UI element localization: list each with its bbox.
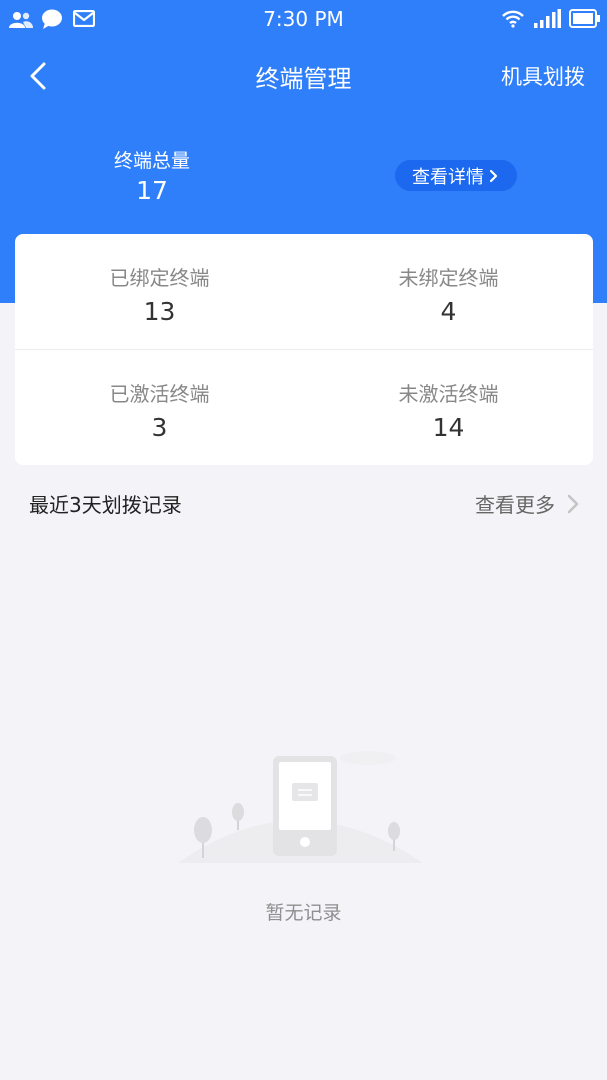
wifi-icon (502, 10, 524, 28)
terminal-stats-card: 已绑定终端 13 未绑定终端 4 已激活终端 3 未激活终端 14 (15, 234, 593, 465)
stat-value: 3 (151, 413, 168, 442)
view-more-label: 查看更多 (475, 493, 555, 517)
stat-value: 14 (432, 413, 465, 442)
stat-label: 未激活终端 (398, 382, 499, 406)
view-details-button[interactable]: 查看详情 (395, 160, 517, 191)
view-details-label: 查看详情 (412, 166, 484, 188)
chevron-right-icon (489, 169, 498, 182)
stat-activated[interactable]: 已激活终端 3 (15, 378, 304, 442)
card-divider (15, 349, 593, 350)
stat-value: 4 (440, 297, 457, 326)
nav-bar: 终端管理 机具划拨 (0, 38, 607, 114)
stat-value: 13 (143, 297, 176, 326)
total-terminals-label: 终端总量 (113, 150, 190, 172)
signal-icon (534, 9, 561, 28)
stat-inactive[interactable]: 未激活终端 14 (304, 378, 593, 442)
recent-records-title: 最近3天划拨记录 (29, 493, 182, 517)
empty-records-text: 暂无记录 (265, 902, 342, 924)
chevron-right-icon (567, 494, 579, 513)
status-bar: 7:30 PM (0, 0, 607, 38)
view-more-button[interactable]: 查看更多 (475, 489, 579, 518)
stat-unbound[interactable]: 未绑定终端 4 (304, 262, 593, 326)
battery-icon (569, 9, 600, 28)
empty-records-illustration (178, 751, 423, 863)
chevron-left-icon (30, 62, 46, 90)
back-button[interactable] (22, 58, 58, 94)
stat-label: 已绑定终端 (109, 266, 210, 290)
allocate-machines-button[interactable]: 机具划拨 (501, 61, 585, 91)
stat-label: 未绑定终端 (398, 266, 499, 290)
total-terminals-value: 17 (136, 176, 168, 205)
stat-label: 已激活终端 (109, 382, 210, 406)
stat-bound[interactable]: 已绑定终端 13 (15, 262, 304, 326)
